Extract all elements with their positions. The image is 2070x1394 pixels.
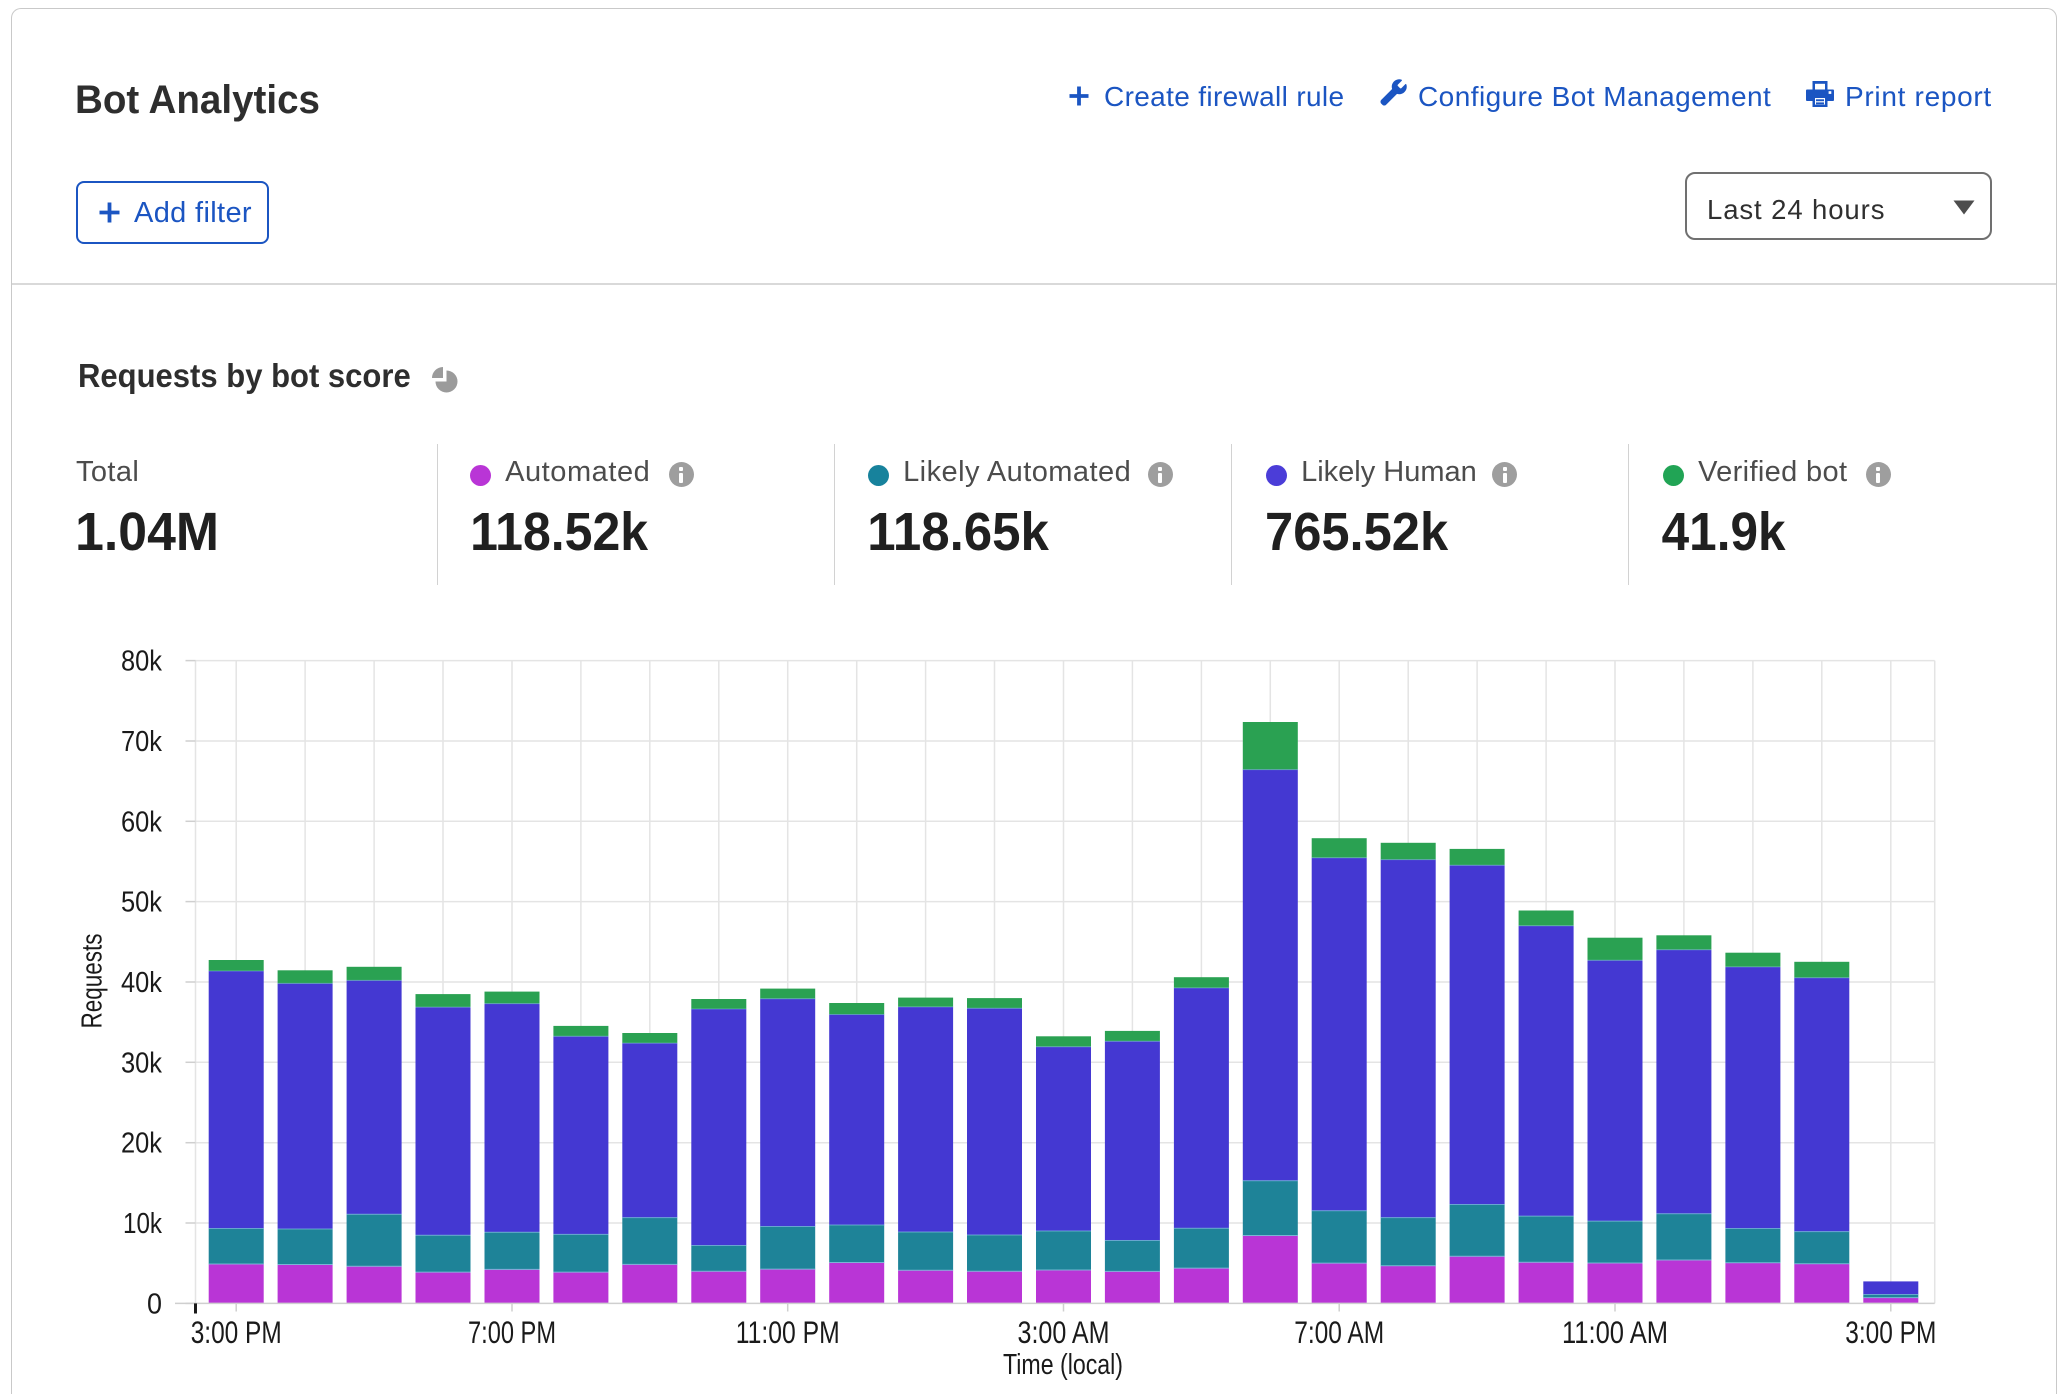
svg-text:3:00 AM: 3:00 AM [1018, 1314, 1110, 1350]
svg-text:3:00 PM: 3:00 PM [1845, 1314, 1936, 1350]
svg-text:7:00 PM: 7:00 PM [468, 1314, 556, 1350]
svg-text:11:00 AM: 11:00 AM [1562, 1314, 1668, 1350]
svg-text:60k: 60k [121, 806, 163, 838]
svg-text:0: 0 [147, 1288, 162, 1320]
svg-text:10k: 10k [123, 1208, 163, 1240]
svg-text:Requests: Requests [77, 934, 109, 1029]
svg-text:30k: 30k [121, 1047, 163, 1079]
svg-text:7:00 AM: 7:00 AM [1294, 1314, 1384, 1350]
svg-text:11:00 PM: 11:00 PM [736, 1314, 840, 1350]
svg-text:Time (local): Time (local) [1003, 1349, 1123, 1381]
svg-text:20k: 20k [121, 1128, 163, 1160]
svg-text:70k: 70k [121, 726, 163, 758]
svg-text:40k: 40k [121, 967, 163, 999]
svg-text:3:00 PM: 3:00 PM [191, 1314, 282, 1350]
svg-text:50k: 50k [121, 887, 163, 919]
svg-text:80k: 80k [121, 646, 163, 678]
